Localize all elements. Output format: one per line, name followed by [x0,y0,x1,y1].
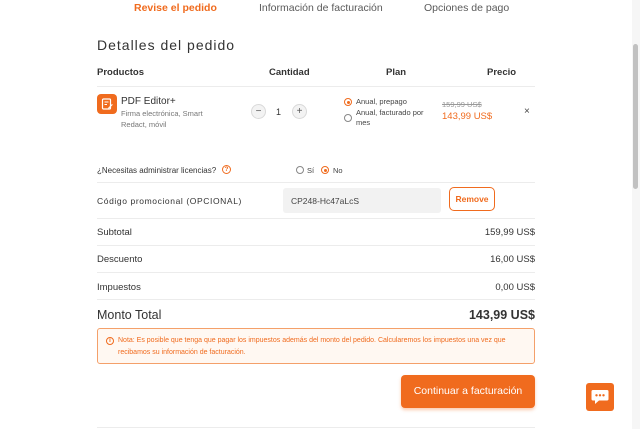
discounted-price: 143,99 US$ [442,111,493,122]
continue-to-billing-button[interactable]: Continuar a facturación [401,375,535,408]
divider [97,272,535,273]
header-quantity: Cantidad [269,67,310,78]
divider [97,86,535,87]
info-icon: i [106,337,114,345]
chat-icon[interactable] [586,383,614,411]
total-value: 143,99 US$ [468,308,535,322]
discount-label: Descuento [97,254,143,265]
remove-product-button[interactable]: × [524,106,530,117]
document-edit-icon [97,94,117,114]
plan-label-annual-monthly: Anual, facturado por mes [356,108,424,127]
step-payment-options[interactable]: Opciones de pago [424,2,509,14]
header-products: Productos [97,67,144,78]
licenses-label-yes: Sí [307,166,315,175]
plan-radio-annual-prepaid[interactable] [344,98,352,106]
subtotal-label: Subtotal [97,227,132,238]
product-name: PDF Editor+ [121,96,176,107]
checkout-steps: Revise el pedido Información de facturac… [0,0,632,18]
divider [97,427,535,428]
subtotal-value: 159,99 US$ [484,227,535,238]
page-title: Detalles del pedido [97,37,236,53]
divider [97,182,535,183]
quantity-value: 1 [276,107,282,117]
tax-note-text: Nota: Es posible que tenga que pagar los… [118,337,506,356]
taxes-value: 0,00 US$ [495,282,535,293]
taxes-label: Impuestos [97,282,141,293]
plan-radio-annual-monthly[interactable] [344,114,352,122]
product-description: Firma electrónica, Smart Redact, móvil [121,109,203,129]
original-price: 159,99 US$ [442,100,482,109]
scrollbar-thumb[interactable] [633,44,638,189]
promo-remove-button[interactable]: Remove [449,187,495,211]
divider [97,299,535,300]
quantity-decrease-button[interactable]: − [251,104,266,119]
header-plan: Plan [386,67,407,78]
help-icon[interactable]: ? [222,165,231,174]
total-label: Monto Total [97,308,162,322]
quantity-increase-button[interactable]: + [292,104,307,119]
tax-note: i Nota: Es posible que tenga que pagar l… [97,328,535,364]
licenses-question: ¿Necesitas administrar licencias? [97,166,217,175]
promo-code-label: Código promocional (OPCIONAL) [97,196,242,206]
plan-label-annual-prepaid: Anual, prepago [356,97,407,106]
licenses-radio-no[interactable] [321,166,329,174]
licenses-label-no: No [333,166,343,175]
licenses-radio-yes[interactable] [296,166,304,174]
header-price: Precio [487,67,517,78]
divider [97,218,535,219]
divider [97,245,535,246]
step-review-order[interactable]: Revise el pedido [134,2,217,14]
step-billing-info[interactable]: Información de facturación [259,2,383,14]
discount-value: 16,00 US$ [490,254,535,265]
promo-code-input[interactable]: CP248-Hc47aLcS [283,188,441,213]
